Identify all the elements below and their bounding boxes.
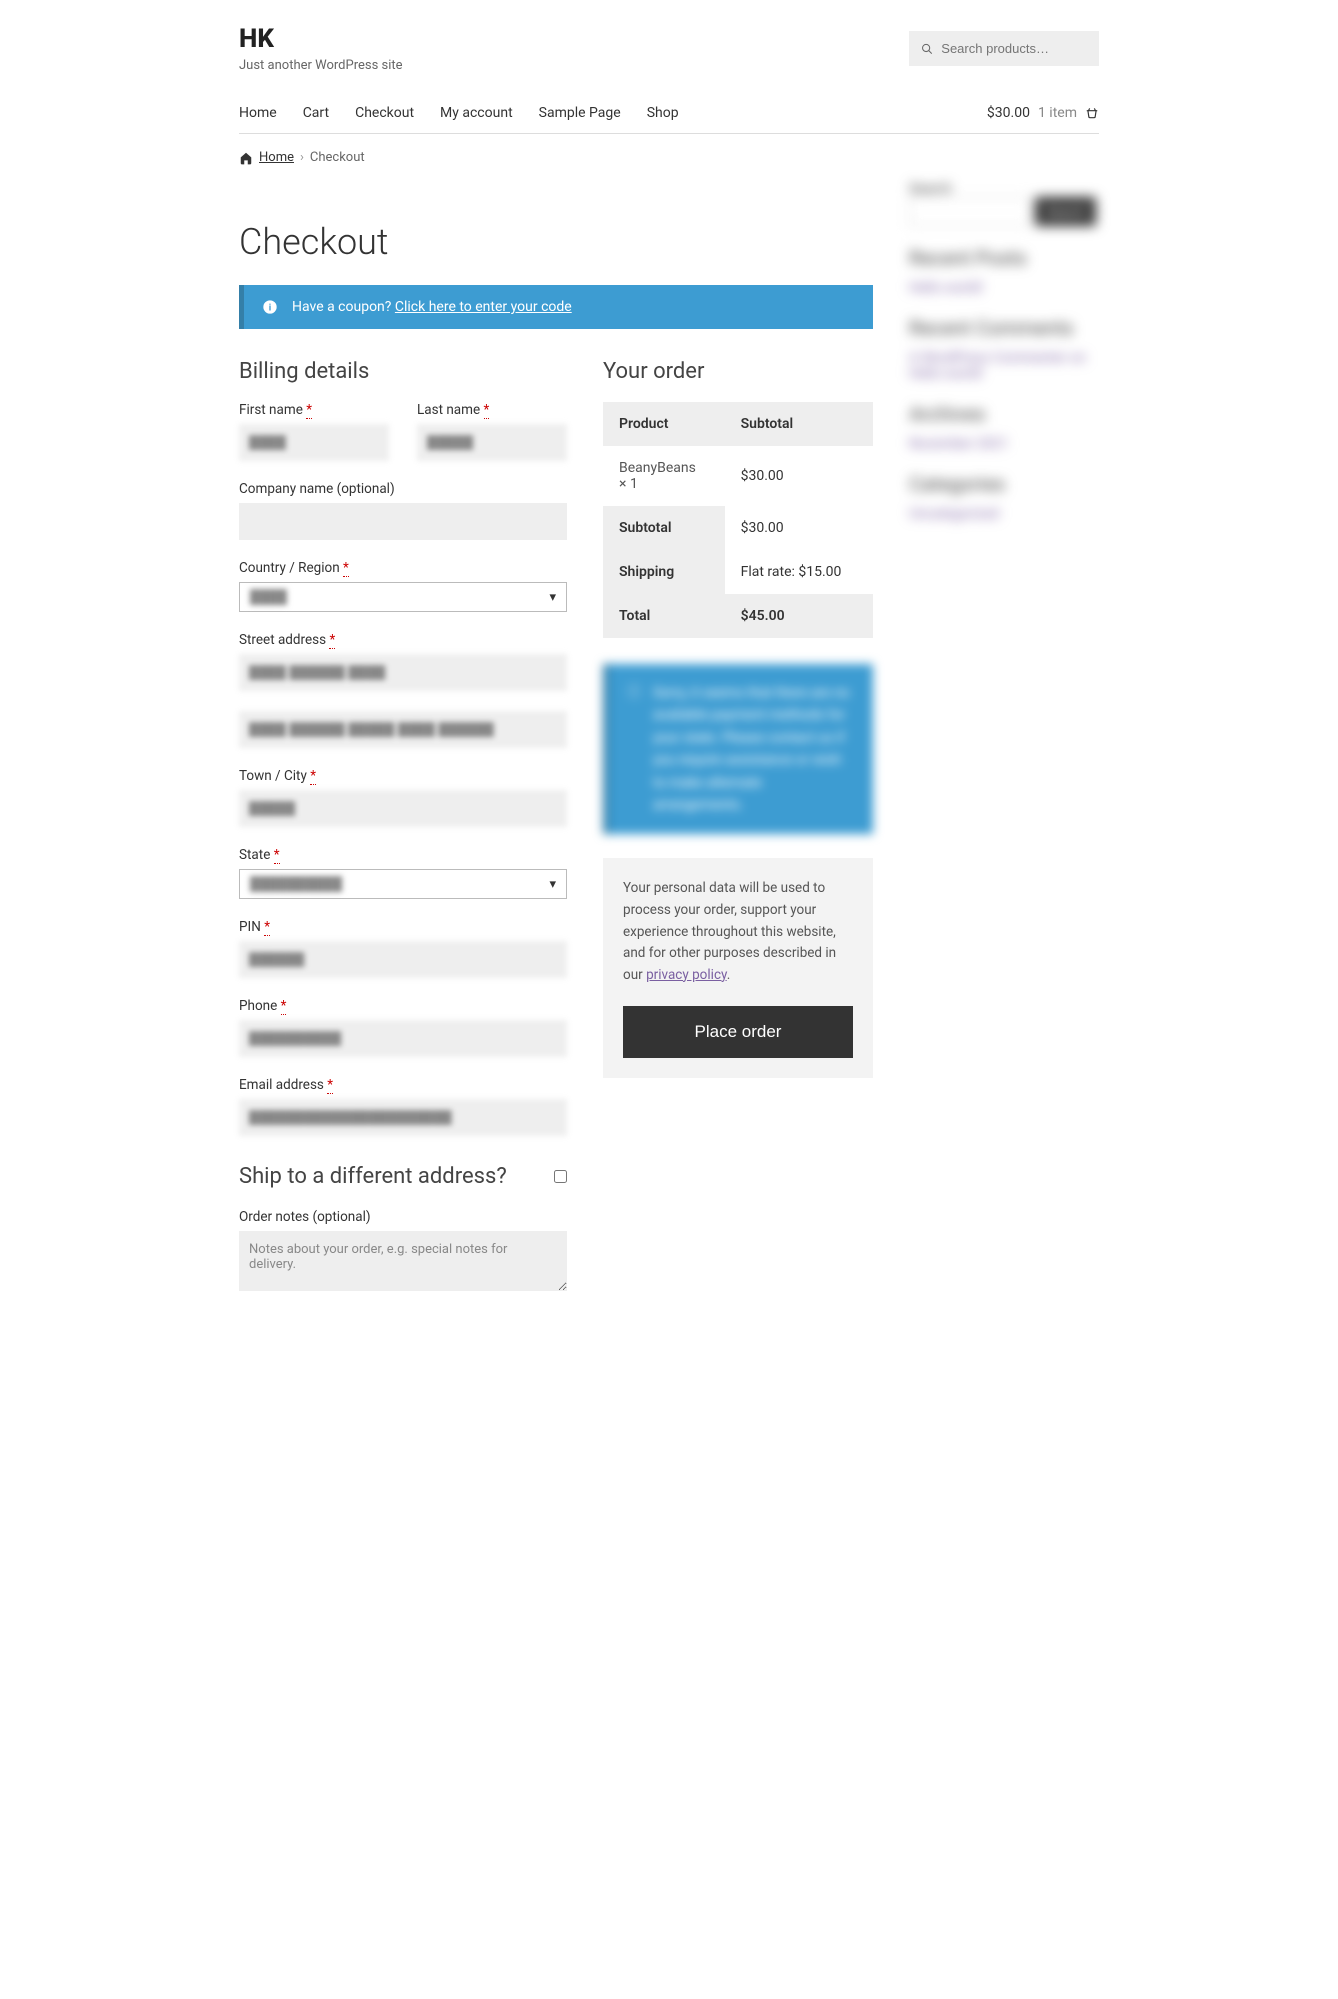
company-label: Company name (optional) bbox=[239, 481, 567, 497]
state-label: State * bbox=[239, 847, 567, 863]
notes-input[interactable] bbox=[239, 1231, 567, 1291]
ship-heading: Ship to a different address? bbox=[239, 1164, 507, 1189]
nav-home[interactable]: Home bbox=[239, 105, 277, 121]
nav-cart[interactable]: Cart bbox=[303, 105, 329, 121]
order-table: Product Subtotal BeanyBeans × 1 $30.00 S… bbox=[603, 402, 873, 638]
breadcrumb-current: Checkout bbox=[310, 150, 365, 165]
pin-label: PIN * bbox=[239, 919, 567, 935]
coupon-banner: i Have a coupon? Click here to enter you… bbox=[239, 285, 873, 329]
subtotal-value: $30.00 bbox=[725, 506, 873, 550]
order-heading: Your order bbox=[603, 359, 873, 384]
cart-count: 1 item bbox=[1038, 105, 1077, 121]
shipping-value: Flat rate: $15.00 bbox=[725, 550, 873, 594]
coupon-prompt: Have a coupon? bbox=[292, 299, 391, 315]
company-input[interactable] bbox=[239, 503, 567, 540]
cart-total: $30.00 bbox=[987, 105, 1030, 121]
recent-posts-heading: Recent Posts bbox=[909, 246, 1099, 270]
country-select[interactable]: ████ ▾ bbox=[239, 582, 567, 612]
search-box[interactable] bbox=[909, 31, 1099, 66]
nav-links: Home Cart Checkout My account Sample Pag… bbox=[239, 105, 679, 121]
phone-input[interactable] bbox=[239, 1020, 567, 1057]
nav-sample[interactable]: Sample Page bbox=[539, 105, 621, 121]
total-label: Total bbox=[603, 594, 725, 638]
email-input[interactable] bbox=[239, 1099, 567, 1136]
shipping-label: Shipping bbox=[603, 550, 725, 594]
coupon-link[interactable]: Click here to enter your code bbox=[395, 299, 572, 315]
archives-heading: Archives bbox=[909, 402, 1099, 426]
ship-checkbox[interactable] bbox=[554, 1170, 567, 1183]
street-label: Street address * bbox=[239, 632, 567, 648]
email-label: Email address * bbox=[239, 1077, 567, 1093]
search-icon bbox=[921, 42, 933, 56]
nav-checkout[interactable]: Checkout bbox=[355, 105, 414, 121]
pin-input[interactable] bbox=[239, 941, 567, 978]
notes-label: Order notes (optional) bbox=[239, 1209, 567, 1225]
home-icon bbox=[239, 151, 253, 165]
breadcrumb-sep: › bbox=[300, 150, 304, 165]
breadcrumb-home[interactable]: Home bbox=[259, 150, 294, 165]
info-icon: i bbox=[262, 299, 278, 315]
payment-notice: ⓘ Sorry, it seems that there are no avai… bbox=[603, 664, 873, 834]
order-item-price: $30.00 bbox=[725, 446, 873, 506]
order-item: BeanyBeans × 1 bbox=[603, 446, 725, 506]
privacy-link[interactable]: privacy policy bbox=[646, 967, 727, 983]
svg-text:i: i bbox=[269, 302, 271, 313]
city-label: Town / City * bbox=[239, 768, 567, 784]
list-item[interactable]: November 2021 bbox=[909, 436, 1099, 452]
sidebar-search-button[interactable]: Search bbox=[1035, 197, 1096, 226]
sidebar-search-input[interactable] bbox=[909, 197, 1029, 226]
search-input[interactable] bbox=[941, 41, 1087, 56]
list-item[interactable]: Uncategorized bbox=[909, 506, 1099, 522]
breadcrumb: Home › Checkout bbox=[239, 134, 1099, 181]
page-title: Checkout bbox=[239, 221, 873, 263]
recent-comments-heading: Recent Comments bbox=[909, 316, 1099, 340]
subtotal-label: Subtotal bbox=[603, 506, 725, 550]
first-name-label: First name * bbox=[239, 402, 389, 418]
city-input[interactable] bbox=[239, 790, 567, 827]
last-name-label: Last name * bbox=[417, 402, 567, 418]
privacy-notice: Your personal data will be used to proce… bbox=[603, 858, 873, 1078]
street-input-1[interactable] bbox=[239, 654, 567, 691]
site-tagline: Just another WordPress site bbox=[239, 58, 403, 73]
first-name-input[interactable] bbox=[239, 424, 389, 461]
street-input-2[interactable] bbox=[239, 711, 567, 748]
cart-summary[interactable]: $30.00 1 item bbox=[987, 105, 1099, 121]
nav-account[interactable]: My account bbox=[440, 105, 513, 121]
total-value: $45.00 bbox=[725, 594, 873, 638]
col-product: Product bbox=[603, 402, 725, 446]
col-subtotal: Subtotal bbox=[725, 402, 873, 446]
sidebar-item-label: Search bbox=[909, 181, 1099, 197]
sidebar: Search Search Recent Posts Hello world! … bbox=[909, 181, 1099, 528]
phone-label: Phone * bbox=[239, 998, 567, 1014]
place-order-button[interactable]: Place order bbox=[623, 1006, 853, 1058]
basket-icon bbox=[1085, 106, 1099, 120]
site-title: HK bbox=[239, 24, 403, 54]
last-name-input[interactable] bbox=[417, 424, 567, 461]
list-item[interactable]: Hello world! bbox=[909, 280, 1099, 296]
state-select[interactable]: ██████████ ▾ bbox=[239, 869, 567, 899]
billing-heading: Billing details bbox=[239, 359, 567, 384]
nav-shop[interactable]: Shop bbox=[647, 105, 679, 121]
list-item[interactable]: A WordPress Commenter on Hello world! bbox=[909, 350, 1099, 382]
categories-heading: Categories bbox=[909, 472, 1099, 496]
chevron-down-icon: ▾ bbox=[549, 877, 556, 892]
chevron-down-icon: ▾ bbox=[549, 590, 556, 605]
country-label: Country / Region * bbox=[239, 560, 567, 576]
